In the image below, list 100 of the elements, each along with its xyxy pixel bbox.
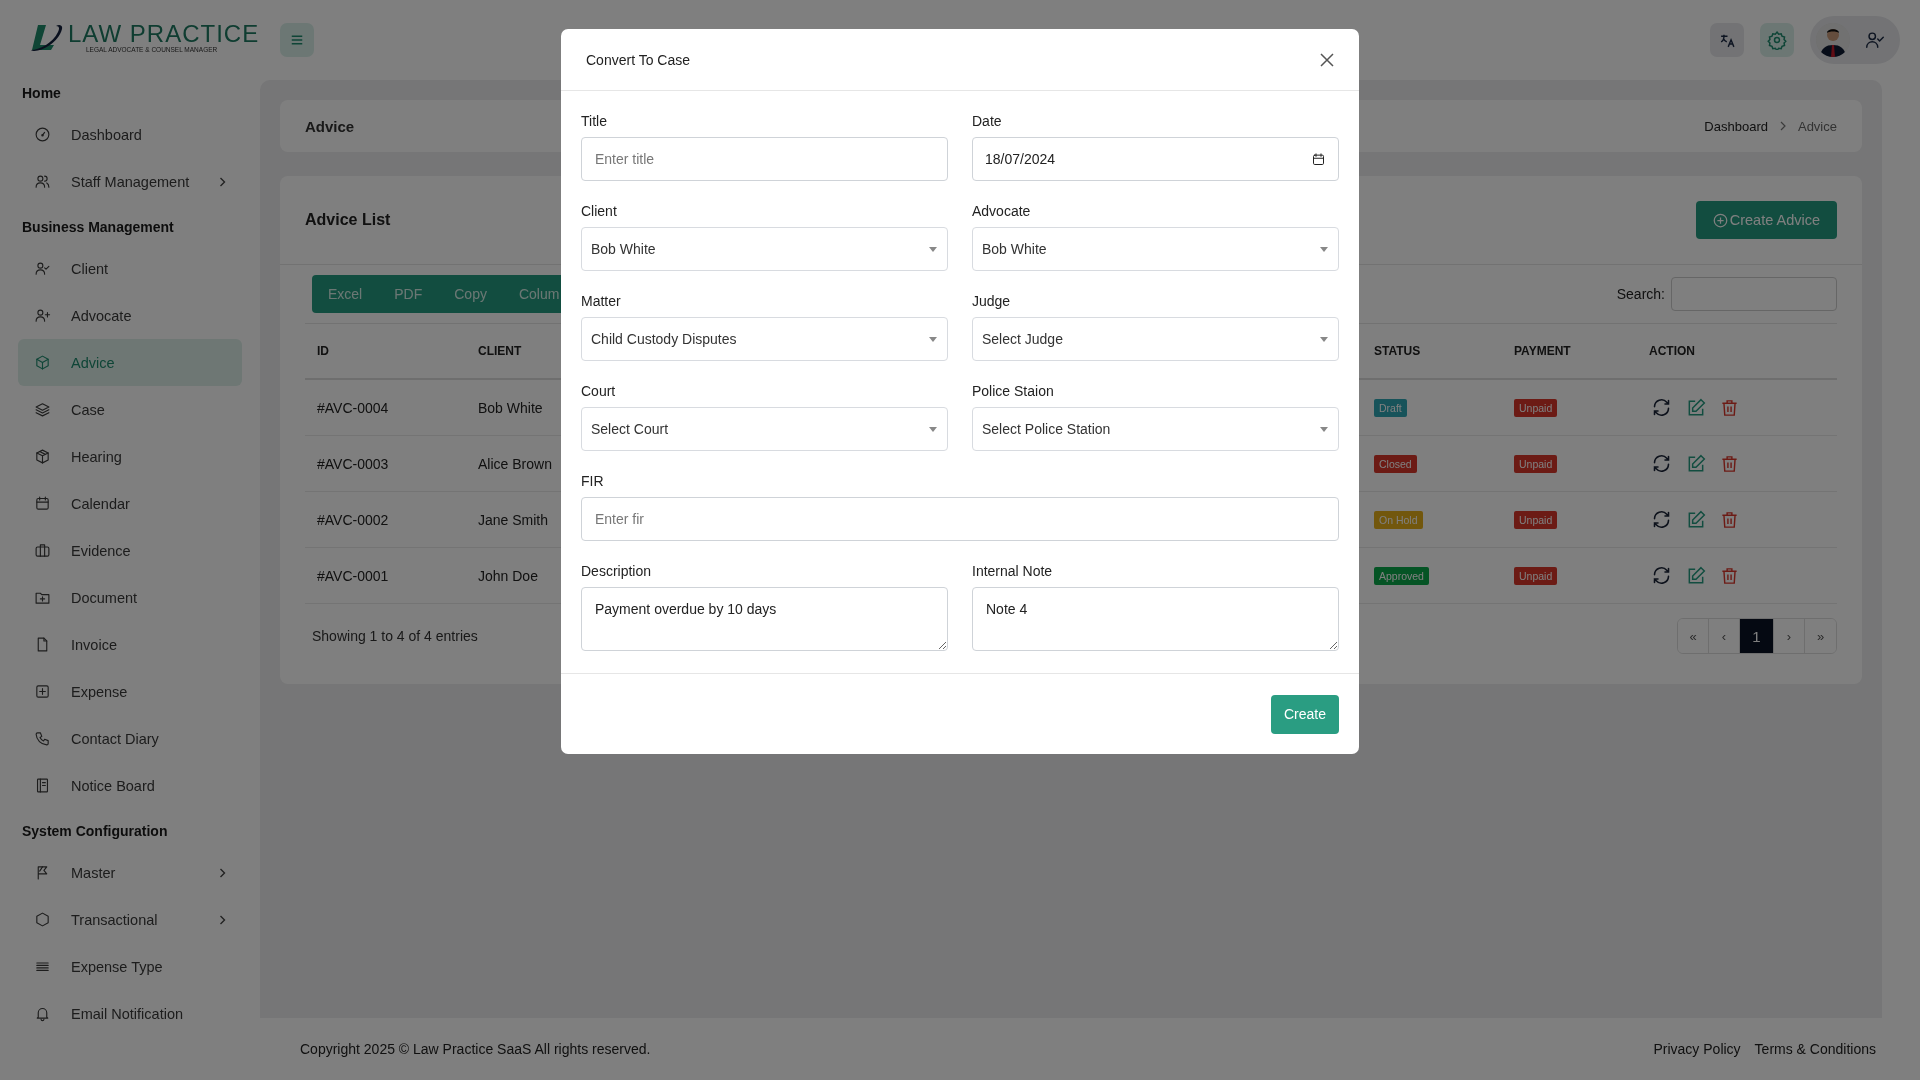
create-button[interactable]: Create (1270, 694, 1339, 734)
field-label: Court (581, 383, 617, 399)
sidebar-item[interactable]: Client (18, 245, 242, 292)
sidebar-item[interactable]: Evidence (18, 527, 242, 574)
status-badge: Closed (1374, 454, 1417, 473)
create-advice-button[interactable]: Create Advice (1695, 201, 1837, 239)
bell-icon (34, 1005, 51, 1022)
caret-icon (929, 426, 937, 432)
status-badge: Approved (1374, 566, 1429, 585)
column-header: PAYMENT (1502, 323, 1637, 380)
user-check-icon (34, 260, 51, 277)
hexagon-icon (34, 911, 51, 928)
select-field[interactable]: Select Police Station (972, 407, 1339, 451)
footer-link[interactable]: Terms & Conditions (1754, 1041, 1876, 1057)
user-plus-icon (34, 307, 51, 324)
select-field[interactable]: Select Judge (972, 317, 1339, 361)
text-field[interactable]: Enter fir (581, 497, 1339, 541)
edit-icon[interactable] (1686, 509, 1706, 530)
sidebar-item[interactable]: Master (18, 849, 242, 896)
close-button[interactable] (1319, 51, 1335, 68)
profile-menu[interactable] (1810, 16, 1900, 64)
field-label: Matter (581, 293, 622, 309)
breadcrumb-item: Advice (1797, 118, 1837, 134)
field-label: Internal Note (972, 563, 1054, 579)
sidebar-item[interactable]: Notice Board (18, 762, 242, 809)
footer-link[interactable]: Privacy Policy (1653, 1041, 1741, 1057)
sidebar-item[interactable]: Document (18, 574, 242, 621)
select-field[interactable]: Select Court (581, 407, 948, 451)
sidebar-item[interactable]: Staff Management (18, 158, 242, 205)
phone-icon (34, 730, 51, 747)
section-heading: Business Management (21, 218, 175, 237)
edit-icon[interactable] (1686, 397, 1706, 418)
status-badge: On Hold (1374, 510, 1423, 529)
modal-title: Convert To Case (586, 51, 691, 68)
table-cell: #AVC-0002 (305, 492, 466, 548)
breadcrumb-item[interactable]: Dashboard (1704, 118, 1768, 134)
plus-circle-icon (1712, 212, 1728, 228)
trash-icon[interactable] (1720, 397, 1739, 418)
sidebar-item[interactable]: Expense Type (18, 943, 242, 990)
table-cell: #AVC-0001 (305, 548, 466, 604)
table-cell: #AVC-0004 (305, 380, 466, 436)
page-button[interactable]: 1 (1740, 619, 1774, 653)
user-check-icon (1864, 29, 1886, 51)
trash-icon[interactable] (1720, 565, 1739, 586)
payment-badge: Unpaid (1514, 566, 1558, 585)
text-area[interactable]: Note 4 (972, 587, 1339, 651)
column-header: STATUS (1362, 323, 1502, 380)
text-field[interactable]: Enter title (581, 137, 948, 181)
close-icon (1319, 51, 1335, 68)
briefcase-icon (34, 542, 51, 559)
settings-button[interactable] (1760, 23, 1794, 57)
text-area[interactable]: Payment overdue by 10 days (581, 587, 948, 651)
sidebar-item[interactable]: Advice (18, 339, 242, 386)
trash-icon[interactable] (1720, 453, 1739, 474)
sidebar-item[interactable]: Email Notification (18, 990, 242, 1037)
field-label: Advocate (972, 203, 1032, 219)
field-label: Date (972, 113, 1003, 129)
page-title: Advice (305, 117, 355, 135)
sidebar-item[interactable]: Invoice (18, 621, 242, 668)
date-field[interactable]: 18/07/2024 (972, 137, 1339, 181)
select-field[interactable]: Bob White (581, 227, 948, 271)
logo-text: LAW PRACTICE (68, 22, 260, 46)
refresh-icon[interactable] (1651, 509, 1672, 530)
sidebar-item[interactable]: Advocate (18, 292, 242, 339)
chevron-icon (219, 914, 226, 925)
sidebar-item[interactable]: Case (18, 386, 242, 433)
notebook-icon (34, 777, 51, 794)
edit-icon[interactable] (1686, 565, 1706, 586)
refresh-icon[interactable] (1651, 565, 1672, 586)
sidebar-item[interactable]: Transactional (18, 896, 242, 943)
search-field[interactable] (1671, 277, 1837, 311)
refresh-icon[interactable] (1651, 453, 1672, 474)
sidebar-item[interactable]: Contact Diary (18, 715, 242, 762)
caret-icon (1320, 246, 1328, 252)
sidebar-item[interactable]: Hearing (18, 433, 242, 480)
refresh-icon[interactable] (1651, 397, 1672, 418)
trash-icon[interactable] (1720, 509, 1739, 530)
translate-button[interactable] (1710, 23, 1744, 57)
cube-icon (34, 354, 51, 371)
section-heading: Home (21, 84, 62, 103)
caret-icon (929, 246, 937, 252)
field-label: Client (581, 203, 618, 219)
calendar-icon (1311, 151, 1326, 167)
menu-button[interactable] (280, 23, 314, 57)
sidebar-item[interactable]: Expense (18, 668, 242, 715)
calendar-icon (34, 495, 51, 512)
users-icon (34, 173, 51, 190)
select-field[interactable]: Child Custody Disputes (581, 317, 948, 361)
column-header: ID (305, 323, 466, 380)
page-button[interactable]: « (1678, 619, 1709, 653)
edit-icon[interactable] (1686, 453, 1706, 474)
plus-square-icon (34, 683, 51, 700)
select-field[interactable]: Bob White (972, 227, 1339, 271)
sidebar-item[interactable]: Dashboard (18, 111, 242, 158)
status-badge: Draft (1374, 398, 1407, 417)
card-title: Advice List (305, 211, 392, 229)
chevron-icon (1779, 121, 1786, 131)
field-label: FIR (581, 473, 605, 489)
sidebar-item[interactable]: Calendar (18, 480, 242, 527)
column-header: ACTION (1637, 323, 1837, 380)
